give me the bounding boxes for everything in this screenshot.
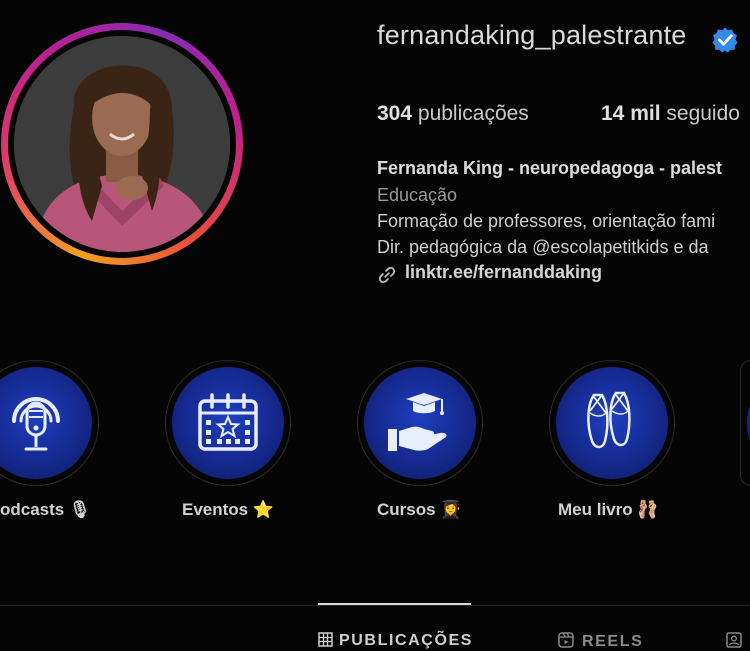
- bio-line-1: Formação de professores, orientação fami: [377, 211, 716, 231]
- tab-tagged[interactable]: [726, 632, 742, 651]
- highlight-podcasts-label[interactable]: odcasts 🎙: [0, 500, 91, 520]
- tagged-person-icon: [726, 632, 742, 648]
- calendar-star-icon: [198, 393, 258, 451]
- posts-count-value: 304: [377, 102, 413, 125]
- highlight-next-partial[interactable]: [740, 360, 750, 486]
- posts-count-label: publicações: [417, 102, 529, 125]
- bio-external-link[interactable]: linktr.ee/fernanddaking: [405, 262, 602, 283]
- highlight-eventos-cover: [172, 367, 284, 479]
- active-tab-indicator: [318, 603, 471, 605]
- highlight-meu-livro-label[interactable]: Meu livro 🩰: [558, 500, 659, 520]
- tab-publicacoes-label: PUBLICAÇÕES: [339, 632, 474, 649]
- followers-count[interactable]: 14 mil seguido: [601, 102, 740, 126]
- tab-reels[interactable]: REELS: [558, 632, 643, 651]
- profile-avatar[interactable]: [14, 36, 230, 252]
- reels-icon: [558, 632, 574, 648]
- profile-username[interactable]: fernandaking_palestrante: [377, 20, 687, 51]
- highlight-eventos[interactable]: [165, 360, 291, 486]
- posts-count: 304 publicações: [377, 102, 529, 126]
- ballet-shoes-icon: [587, 391, 631, 449]
- highlight-cursos[interactable]: [357, 360, 483, 486]
- bio-line-2: Dir. pedagógica da @escolapetitkids e da: [377, 237, 709, 257]
- tab-publicacoes[interactable]: PUBLICAÇÕES: [318, 632, 473, 650]
- followers-count-value: 14 mil: [601, 102, 661, 125]
- highlight-eventos-label[interactable]: Eventos ⭐: [182, 500, 274, 520]
- profile-avatar-ring[interactable]: [1, 23, 243, 265]
- tabs-divider: [0, 605, 750, 606]
- verified-badge-icon: [712, 27, 738, 53]
- avatar-photo: [14, 36, 230, 252]
- followers-count-label: seguido: [666, 102, 740, 125]
- highlight-meu-livro-cover: [556, 367, 668, 479]
- highlight-podcasts[interactable]: [0, 360, 99, 486]
- podcast-microphone-icon: [12, 397, 60, 451]
- grid-icon: [318, 632, 333, 647]
- highlight-cursos-label[interactable]: Cursos 👩‍🎓: [377, 500, 461, 520]
- link-icon: [378, 267, 396, 283]
- bio-category: Educação: [377, 185, 458, 205]
- highlight-meu-livro[interactable]: [549, 360, 675, 486]
- highlight-cursos-cover: [364, 367, 476, 479]
- tab-reels-label: REELS: [582, 633, 644, 650]
- highlight-podcasts-cover: [0, 367, 92, 479]
- hand-graduation-cap-icon: [388, 393, 447, 451]
- bio-full-name: Fernanda King - neuropedagoga - palest: [377, 158, 723, 178]
